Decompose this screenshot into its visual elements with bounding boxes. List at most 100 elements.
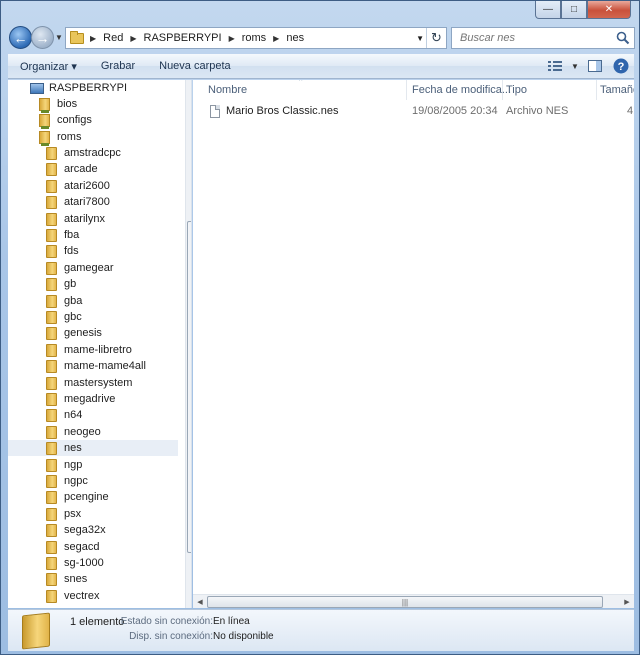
tree-item-arcade[interactable]: arcade [46, 161, 98, 177]
navigation-scrollbar[interactable]: ▲ ≡ ▼ [185, 80, 191, 608]
view-dropdown[interactable]: ▼ [568, 55, 582, 77]
tree-item-vectrex[interactable]: vectrex [46, 588, 99, 604]
tree-item-mame-mame4all[interactable]: mame-mame4all [46, 358, 146, 374]
tree-item-label: mame-mame4all [64, 360, 146, 372]
folder-icon [46, 474, 57, 488]
tree-item-sg-1000[interactable]: sg-1000 [46, 555, 104, 571]
tree-item-neogeo[interactable]: neogeo [46, 424, 101, 440]
breadcrumb-separator[interactable]: ▶ [90, 34, 96, 43]
folder-icon [46, 556, 57, 570]
recent-pages-dropdown[interactable]: ▼ [55, 33, 63, 42]
tree-item-gba[interactable]: gba [46, 293, 82, 309]
grip-icon: ||| [401, 597, 409, 607]
file-icon [210, 104, 220, 118]
explorer-window: — □ ✕ ← → ▼ ▶ Red ▶ RASPBERRYPI ▶ roms ▶… [0, 0, 640, 655]
column-header-name[interactable]: ^ Nombre [193, 80, 407, 100]
folder-icon [46, 326, 57, 340]
sort-ascending-icon: ^ [299, 80, 303, 85]
forward-button[interactable]: → [31, 26, 54, 49]
folder-icon [46, 146, 57, 160]
scrollbar-thumb[interactable]: ≡ [187, 221, 191, 553]
scroll-right-arrow[interactable]: ▶ [620, 595, 634, 608]
tree-item-mame-libretro[interactable]: mame-libretro [46, 342, 132, 358]
organize-menu[interactable]: Organizar ▾ [8, 60, 89, 73]
tree-item-atari2600[interactable]: atari2600 [46, 178, 110, 194]
column-header-type[interactable]: Tipo [503, 80, 597, 100]
folder-icon [46, 523, 57, 537]
scrollbar-thumb[interactable]: ||| [207, 596, 603, 608]
folder-icon [46, 195, 57, 209]
tree-item-n64[interactable]: n64 [46, 407, 82, 423]
breadcrumb-separator[interactable]: ▶ [229, 34, 235, 43]
tree-item-ngpc[interactable]: ngpc [46, 473, 88, 489]
tree-item-gamegear[interactable]: gamegear [46, 260, 114, 276]
folder-icon [46, 392, 57, 406]
tree-item-psx[interactable]: psx [46, 506, 81, 522]
view-options-button[interactable] [542, 55, 568, 77]
back-button[interactable]: ← [9, 26, 32, 49]
breadcrumb-nes[interactable]: nes [286, 32, 304, 44]
tree-item-fba[interactable]: fba [46, 227, 79, 243]
tree-item-fds[interactable]: fds [46, 243, 79, 259]
tree-item-genesis[interactable]: genesis [46, 325, 102, 341]
search-icon[interactable] [616, 31, 630, 45]
tree-item-snes[interactable]: snes [46, 571, 87, 587]
shared-folder-icon [39, 130, 50, 146]
column-header-date[interactable]: Fecha de modifica... [407, 80, 511, 100]
search-input[interactable] [458, 31, 608, 45]
scroll-left-arrow[interactable]: ◀ [193, 595, 207, 608]
refresh-icon[interactable]: ↻ [426, 28, 446, 48]
tree-item-label: psx [64, 508, 82, 520]
tree-item-ngp[interactable]: ngp [46, 457, 82, 473]
scroll-down-arrow[interactable]: ▼ [186, 594, 191, 608]
file-row[interactable]: Mario Bros Classic.nes 19/08/2005 20:34 … [193, 102, 634, 120]
file-name: Mario Bros Classic.nes [226, 105, 339, 117]
column-label: Tamaño [600, 84, 634, 96]
folder-icon [46, 212, 57, 226]
tree-item-atari7800[interactable]: atari7800 [46, 194, 110, 210]
folder-icon [46, 343, 57, 357]
breadcrumb-raspberrypi[interactable]: RASPBERRYPI [144, 32, 222, 44]
tree-item-raspberrypi[interactable]: RASPBERRYPI [30, 80, 127, 96]
breadcrumb-red[interactable]: Red [103, 32, 123, 44]
tree-item-nes[interactable]: nes [8, 440, 178, 456]
help-button[interactable]: ? [608, 55, 634, 77]
tree-item-roms[interactable]: roms [39, 129, 81, 146]
minimize-button[interactable]: — [535, 1, 561, 19]
tree-item-mastersystem[interactable]: mastersystem [46, 375, 132, 391]
tree-item-label: n64 [64, 409, 83, 421]
scroll-up-arrow[interactable]: ▲ [186, 80, 191, 94]
column-header-size[interactable]: Tamaño [597, 80, 634, 100]
burn-button[interactable]: Grabar [89, 60, 147, 72]
breadcrumb-separator[interactable]: ▶ [273, 34, 279, 43]
new-folder-button[interactable]: Nueva carpeta [147, 60, 243, 72]
preview-pane-button[interactable] [582, 55, 608, 77]
address-dropdown[interactable]: ▼ [416, 34, 424, 43]
close-button[interactable]: ✕ [587, 1, 631, 19]
tree-item-configs[interactable]: configs [39, 112, 92, 129]
tree-item-pcengine[interactable]: pcengine [46, 489, 109, 505]
horizontal-scrollbar[interactable]: ◀ ||| ▶ [193, 594, 634, 608]
tree-item-segacd[interactable]: segacd [46, 539, 99, 555]
file-size: 41 [627, 105, 634, 117]
tree-item-sega32x[interactable]: sega32x [46, 522, 106, 538]
folder-icon [46, 572, 57, 586]
tree-item-amstradcpc[interactable]: amstradcpc [46, 145, 121, 161]
column-label: Tipo [506, 84, 527, 96]
tree-item-label: configs [57, 114, 92, 126]
offline-status-value: En línea [213, 616, 250, 627]
tree-item-megadrive[interactable]: megadrive [46, 391, 115, 407]
search-box[interactable] [451, 27, 635, 49]
breadcrumb-roms[interactable]: roms [242, 32, 266, 44]
maximize-button[interactable]: □ [561, 1, 587, 19]
address-bar[interactable]: ▶ Red ▶ RASPBERRYPI ▶ roms ▶ nes ▼ ↻ [65, 27, 447, 49]
view-list-icon [548, 61, 562, 71]
tree-item-gbc[interactable]: gbc [46, 309, 82, 325]
breadcrumb-separator[interactable]: ▶ [130, 34, 136, 43]
tree-item-label: fds [64, 245, 79, 257]
tree-item-label: atari2600 [64, 180, 110, 192]
tree-item-gb[interactable]: gb [46, 276, 76, 292]
tree-item-bios[interactable]: bios [39, 96, 77, 113]
tree-item-atarilynx[interactable]: atarilynx [46, 211, 105, 227]
tree-item-label: vectrex [64, 590, 100, 602]
